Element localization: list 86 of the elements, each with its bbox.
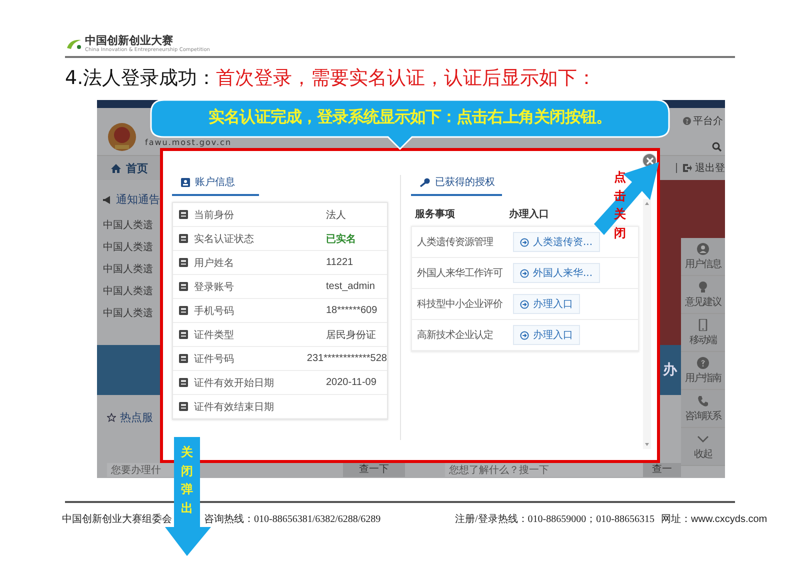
user-circle-icon	[697, 242, 709, 254]
card-icon	[179, 330, 188, 339]
slide-title: 4.法人登录成功：	[65, 66, 216, 91]
service-name: 高新技术企业认定	[417, 328, 494, 342]
card-icon	[179, 354, 188, 363]
side-tool[interactable]: 用户指南	[681, 352, 725, 390]
side-tool[interactable]: 用户信息	[681, 238, 725, 276]
search-button[interactable]: 查一下	[343, 463, 405, 477]
help-icon	[683, 117, 691, 125]
card-icon	[179, 378, 188, 387]
search-button[interactable]: 查一	[643, 463, 681, 477]
field-value: 已实名	[326, 232, 356, 246]
home-nav-item[interactable]: 首页	[111, 160, 148, 176]
field-value: test_admin	[326, 281, 375, 292]
home-icon	[111, 164, 121, 172]
footer-text: 注册/登录热线：010-88659000；010-88656315	[455, 512, 656, 526]
field-value: 231************528	[306, 353, 387, 364]
field-label: 手机号码	[194, 304, 235, 318]
footer-text: 中国创新创业大赛组委会	[62, 512, 173, 526]
side-tool[interactable]: 意见建议	[681, 276, 725, 314]
logout-link[interactable]: 退出登	[683, 161, 725, 175]
field-value: 居民身份证	[326, 328, 376, 342]
swoosh-logo-icon	[66, 38, 82, 50]
lightbulb-icon	[697, 280, 709, 292]
account-info-tab[interactable]: 账户信息	[172, 175, 259, 196]
logout-icon	[683, 164, 692, 172]
platform-intro-link[interactable]: 平台介	[683, 114, 723, 128]
footer-text: 网址：www.cxcyds.com	[661, 512, 768, 526]
field-value: 2020-11-09	[326, 377, 376, 388]
side-tool[interactable]: 咨询联系	[681, 390, 725, 428]
site-url: fawu.most.gov.cn	[145, 139, 232, 147]
field-label: 证件有效开始日期	[194, 376, 275, 390]
nav-separator	[676, 163, 677, 173]
service-name: 人类遗传资源管理	[417, 236, 494, 249]
arrow-circle-icon	[520, 268, 529, 278]
field-label: 用户姓名	[194, 256, 235, 270]
field-label: 证件类型	[194, 328, 235, 342]
field-label: 当前身份	[194, 208, 235, 222]
telephone-icon	[697, 394, 709, 406]
card-icon	[179, 258, 188, 267]
entry-button[interactable]: 人类遗传资...	[513, 232, 600, 252]
field-value: 18******609	[326, 305, 378, 316]
close-icon	[646, 156, 654, 164]
side-tool[interactable]: 收起	[681, 428, 725, 466]
banner-text: 办	[663, 361, 677, 379]
field-value: 11221	[326, 257, 354, 268]
arrow-circle-icon	[520, 238, 529, 246]
entry-button[interactable]: 外国人来华...	[513, 263, 600, 283]
dismiss-hint-text: 关闭弹出	[181, 444, 193, 517]
slide-subtitle: 首次登录，需要实名认证，认证后显示如下：	[216, 66, 596, 91]
arrow-circle-icon	[520, 300, 529, 308]
search-field[interactable]: 您想了解什么？搜一下	[445, 463, 643, 477]
footer-text: 咨询热线：010-88656381/6382/6288/6289	[204, 512, 382, 526]
entry-button[interactable]: 办理入口	[513, 325, 580, 345]
side-tool[interactable]: 移动端	[681, 314, 725, 352]
column-header: 办理入口	[509, 208, 549, 221]
service-name: 科技型中小企业评价	[417, 298, 504, 311]
card-icon	[179, 402, 188, 411]
key-icon	[420, 178, 430, 186]
hot-services-heading: 热点服	[120, 410, 153, 425]
card-icon	[179, 210, 188, 219]
callout-text: 实名认证完成，登录系统显示如下：点击右上角关闭按钮。	[208, 107, 612, 128]
arrow-circle-icon	[520, 330, 529, 340]
card-icon	[179, 306, 188, 315]
id-card-icon	[181, 178, 190, 186]
emblem-icon	[107, 121, 137, 153]
search-icon	[712, 142, 722, 152]
scrollbar-icon	[643, 199, 651, 449]
field-label: 证件有效结束日期	[194, 400, 275, 414]
column-header: 服务事项	[415, 208, 456, 221]
megaphone-icon	[103, 196, 112, 204]
notice-heading: 通知通告	[116, 192, 160, 207]
card-icon	[179, 234, 188, 243]
field-value: 法人	[326, 208, 346, 222]
field-label: 登录账号	[194, 280, 235, 294]
card-icon	[179, 282, 188, 291]
field-label: 实名认证状态	[194, 232, 255, 246]
authorizations-tab[interactable]: 已获得的授权	[411, 175, 502, 196]
field-label: 证件号码	[194, 352, 235, 366]
entry-button[interactable]: 办理入口	[513, 294, 580, 314]
search-field[interactable]: 您要办理什	[107, 463, 175, 477]
help-icon	[697, 356, 709, 368]
phone-icon	[697, 318, 709, 330]
service-name: 外国人来华工作许可	[417, 266, 504, 280]
star-icon	[107, 413, 116, 422]
logo-title: 中国创新创业大赛	[85, 35, 174, 47]
